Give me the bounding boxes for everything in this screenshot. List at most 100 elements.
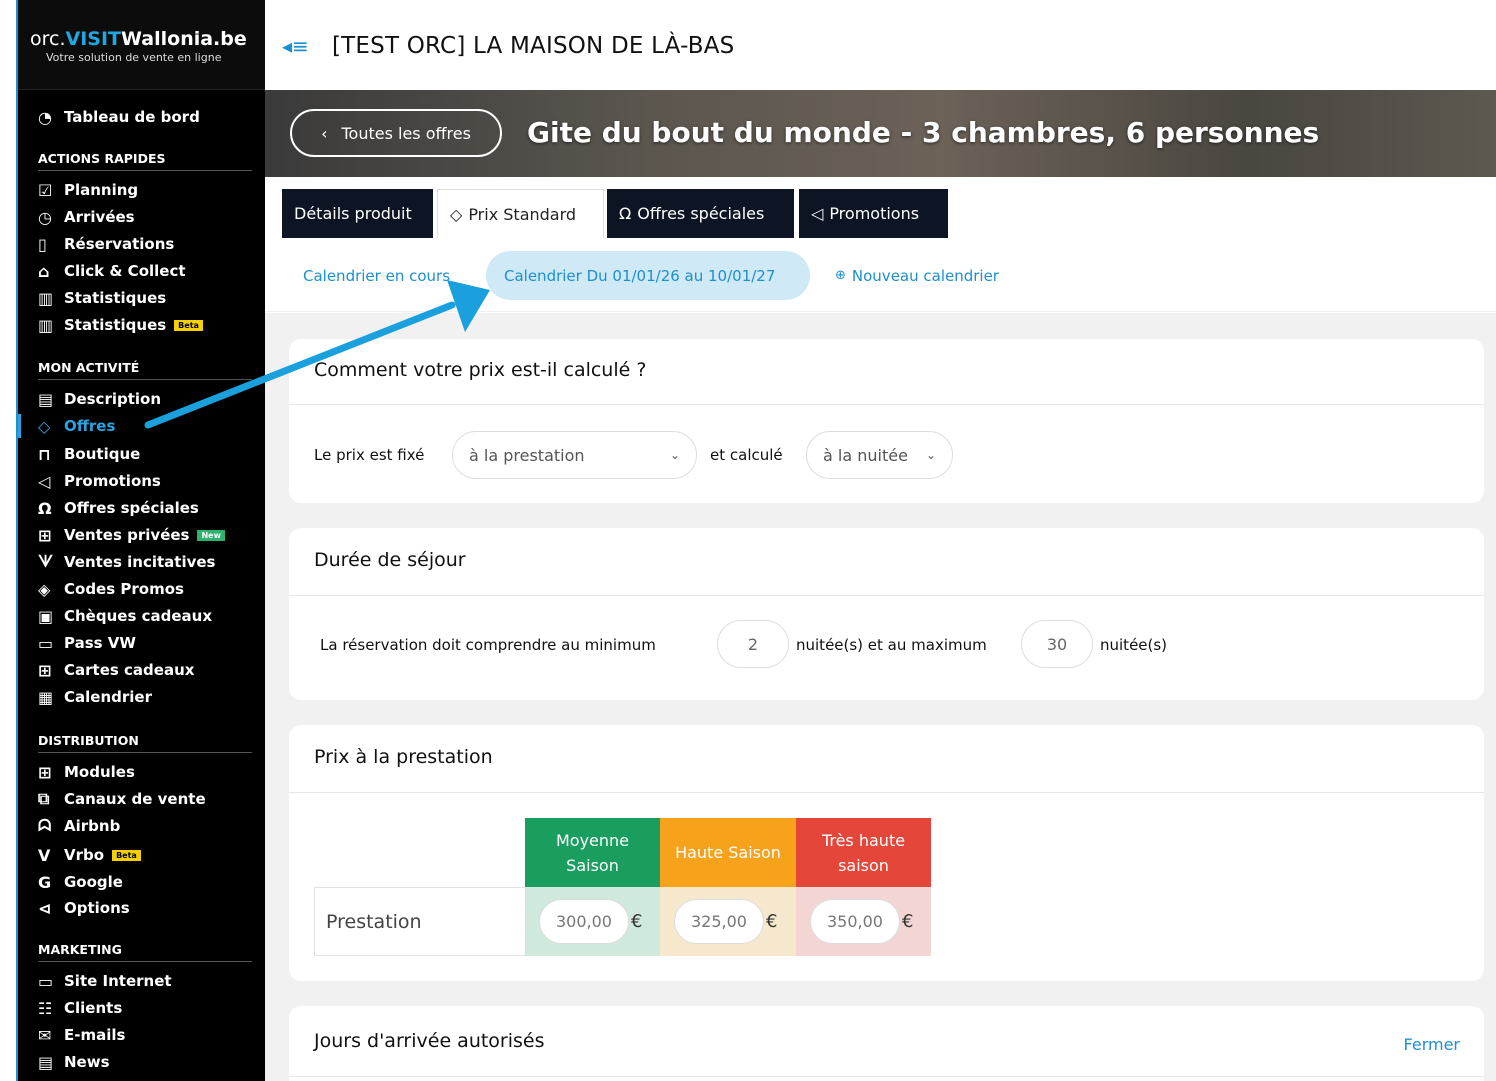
price-calc-label: et calculé xyxy=(710,446,783,464)
chevron-down-icon: ⌄ xyxy=(925,448,936,462)
sidebar-item-modules[interactable]: ⊞ Modules xyxy=(38,761,135,783)
ticket-icon: ◈ xyxy=(38,579,51,599)
basket-icon: ⌂ xyxy=(38,261,50,281)
calendar-check-icon: ☑ xyxy=(38,180,53,200)
sidebar-item-news[interactable]: ▤ News xyxy=(38,1051,110,1073)
price-cell-very-high: 350,00 € xyxy=(796,887,931,956)
tab-promotions[interactable]: ◁ Promotions xyxy=(799,189,948,238)
stay-duration-card: Durée de séjour La réservation doit comp… xyxy=(289,528,1484,700)
dashboard-icon: ◔ xyxy=(38,107,52,127)
sidebar-item-upsell[interactable]: ᗐ Ventes incitatives xyxy=(38,551,215,573)
sidebar-item-dashboard[interactable]: ◔ Tableau de bord xyxy=(38,106,200,128)
shopping-bag-icon: ⊓ xyxy=(38,444,51,464)
price-calc-select[interactable]: à la nuitée ⌄ xyxy=(806,431,953,479)
sidebar-item-statistics[interactable]: ▥ Statistiques xyxy=(38,287,166,309)
sidebar-item-gift-cards[interactable]: ⊞ Cartes cadeaux xyxy=(38,659,194,681)
megaphone-icon: ◁ xyxy=(811,204,824,223)
sidebar-item-statistics-beta[interactable]: ▥ Statistiques Beta xyxy=(38,314,203,336)
card-title: Jours d'arrivée autorisés xyxy=(314,1030,545,1052)
sidebar-item-promo-codes[interactable]: ◈ Codes Promos xyxy=(38,578,184,600)
mail-icon: ✉ xyxy=(38,1025,52,1045)
sidebar-item-gift-vouchers[interactable]: ▣ Chèques cadeaux xyxy=(38,605,212,627)
laptop-icon: ▭ xyxy=(38,971,54,991)
sidebar-item-emails[interactable]: ✉ E-mails xyxy=(38,1024,125,1046)
gift-icon: ⊞ xyxy=(38,660,52,680)
min-nights-input[interactable]: 2 xyxy=(717,620,789,668)
sidebar-item-website[interactable]: ▭ Site Internet xyxy=(38,970,172,992)
clock-icon: ◷ xyxy=(38,207,52,227)
topbar: ◂≡ [TEST ORC] LA MAISON DE LÀ-BAS xyxy=(265,0,1496,90)
sidebar-item-calendar[interactable]: ▦ Calendrier xyxy=(38,686,152,708)
stay-min-text: La réservation doit comprendre au minimu… xyxy=(320,636,656,654)
tag-icon: ◇ xyxy=(450,204,463,224)
tabs: Détails produit ◇ Prix Standard Ω Offres s… xyxy=(265,177,1496,239)
section-distribution: DISTRIBUTION xyxy=(38,733,139,748)
stay-middle-text: nuitée(s) et au maximum xyxy=(796,636,987,654)
offer-title: Gite du bout du monde - 3 chambres, 6 pe… xyxy=(527,116,1320,149)
tag-icon: ◇ xyxy=(38,416,51,436)
beta-badge: Beta xyxy=(112,849,141,861)
new-calendar-link[interactable]: ⊕ Nouveau calendrier xyxy=(835,251,999,300)
subtab-current-calendar[interactable]: Calendrier en cours xyxy=(303,251,450,300)
all-offers-button[interactable]: ‹ Toutes les offres xyxy=(290,109,502,157)
price-fixed-select[interactable]: à la prestation ⌄ xyxy=(452,431,697,479)
sidebar-item-clients[interactable]: ☷ Clients xyxy=(38,997,122,1019)
chevron-left-icon: ‹ xyxy=(321,123,328,143)
subtab-calendar-2026[interactable]: Calendrier Du 01/01/26 au 10/01/27 xyxy=(486,251,810,300)
store-icon: ▤ xyxy=(38,389,54,409)
sidebar-item-planning[interactable]: ☑ Planning xyxy=(38,179,138,201)
price-cell-high: 325,00 € xyxy=(660,887,796,956)
tab-special-offers[interactable]: Ω Offres spéciales xyxy=(607,189,794,238)
season-header-medium: Moyenne Saison xyxy=(525,818,660,887)
sidebar-item-offers[interactable]: ◇ Offres xyxy=(38,415,115,437)
section-my-activity: MON ACTIVITÉ xyxy=(38,360,140,375)
airbnb-icon: ᗣ xyxy=(38,816,52,835)
season-header-high: Haute Saison xyxy=(660,818,796,887)
new-badge: New xyxy=(197,529,225,541)
cart-icon: ᗐ xyxy=(38,552,54,571)
card-title: Durée de séjour xyxy=(314,549,466,571)
grid-icon: ⊞ xyxy=(38,762,52,782)
max-nights-input[interactable]: 30 xyxy=(1021,620,1093,668)
sidebar: orc.VISITWallonia.be Votre solution de v… xyxy=(18,0,265,1081)
offer-banner: ‹ Toutes les offres Gite du bout du monde… xyxy=(265,90,1496,177)
megaphone-icon: ◁ xyxy=(38,471,51,491)
sidebar-item-sales-channels[interactable]: ⧉ Canaux de vente xyxy=(38,788,206,810)
sidebar-item-options[interactable]: ⊲ Options xyxy=(38,897,130,919)
sidebar-item-google[interactable]: G Google xyxy=(38,871,123,893)
section-quick-actions: ACTIONS RAPIDES xyxy=(38,151,166,166)
page-title: [TEST ORC] LA MAISON DE LÀ-BAS xyxy=(332,33,735,59)
plus-circle-icon: ⊕ xyxy=(835,268,846,283)
sidebar-item-description[interactable]: ▤ Description xyxy=(38,388,161,410)
tab-product-details[interactable]: Détails produit xyxy=(282,189,433,238)
award-icon: Ω xyxy=(619,204,632,223)
users-icon: ☷ xyxy=(38,998,53,1018)
logo-title: orc.VISITWallonia.be xyxy=(30,28,247,50)
price-input-medium[interactable]: 300,00 xyxy=(539,899,629,944)
calendar-subtabs: Calendrier en cours Calendrier Du 01/01/… xyxy=(265,239,1496,312)
sidebar-item-pass-vw[interactable]: ▭ Pass VW xyxy=(38,632,136,654)
sidebar-item-vrbo[interactable]: V Vrbo Beta xyxy=(38,844,141,866)
close-link[interactable]: Fermer xyxy=(1404,1035,1460,1054)
price-input-very-high[interactable]: 350,00 xyxy=(810,899,900,944)
sidebar-item-click-collect[interactable]: ⌂ Click & Collect xyxy=(38,260,186,282)
sidebar-item-shop[interactable]: ⊓ Boutique xyxy=(38,443,140,465)
price-input-high[interactable]: 325,00 xyxy=(674,899,764,944)
share-icon: ⊲ xyxy=(38,898,52,918)
tab-standard-price[interactable]: ◇ Prix Standard xyxy=(437,189,604,238)
sidebar-item-airbnb[interactable]: ᗣ Airbnb xyxy=(38,815,120,837)
sidebar-item-special-offers[interactable]: Ω Offres spéciales xyxy=(38,497,199,519)
menu-toggle-icon[interactable]: ◂≡ xyxy=(282,34,309,58)
sidebar-item-private-sales[interactable]: ⊞ Ventes privées New xyxy=(38,524,225,546)
logo[interactable]: orc.VISITWallonia.be Votre solution de v… xyxy=(18,0,265,90)
price-cell-medium: 300,00 € xyxy=(525,887,660,956)
arrival-days-card: Jours d'arrivée autorisés Fermer xyxy=(289,1006,1484,1081)
beta-badge: Beta xyxy=(174,319,203,331)
sidebar-item-arrivals[interactable]: ◷ Arrivées xyxy=(38,206,135,228)
vrbo-icon: V xyxy=(38,845,51,865)
sidebar-item-promotions[interactable]: ◁ Promotions xyxy=(38,470,161,492)
voucher-icon: ▣ xyxy=(38,606,54,626)
sidebar-item-reservations[interactable]: ▯ Réservations xyxy=(38,233,174,255)
season-header-very-high: Très haute saison xyxy=(796,818,931,887)
logo-subtitle: Votre solution de vente en ligne xyxy=(46,51,222,64)
